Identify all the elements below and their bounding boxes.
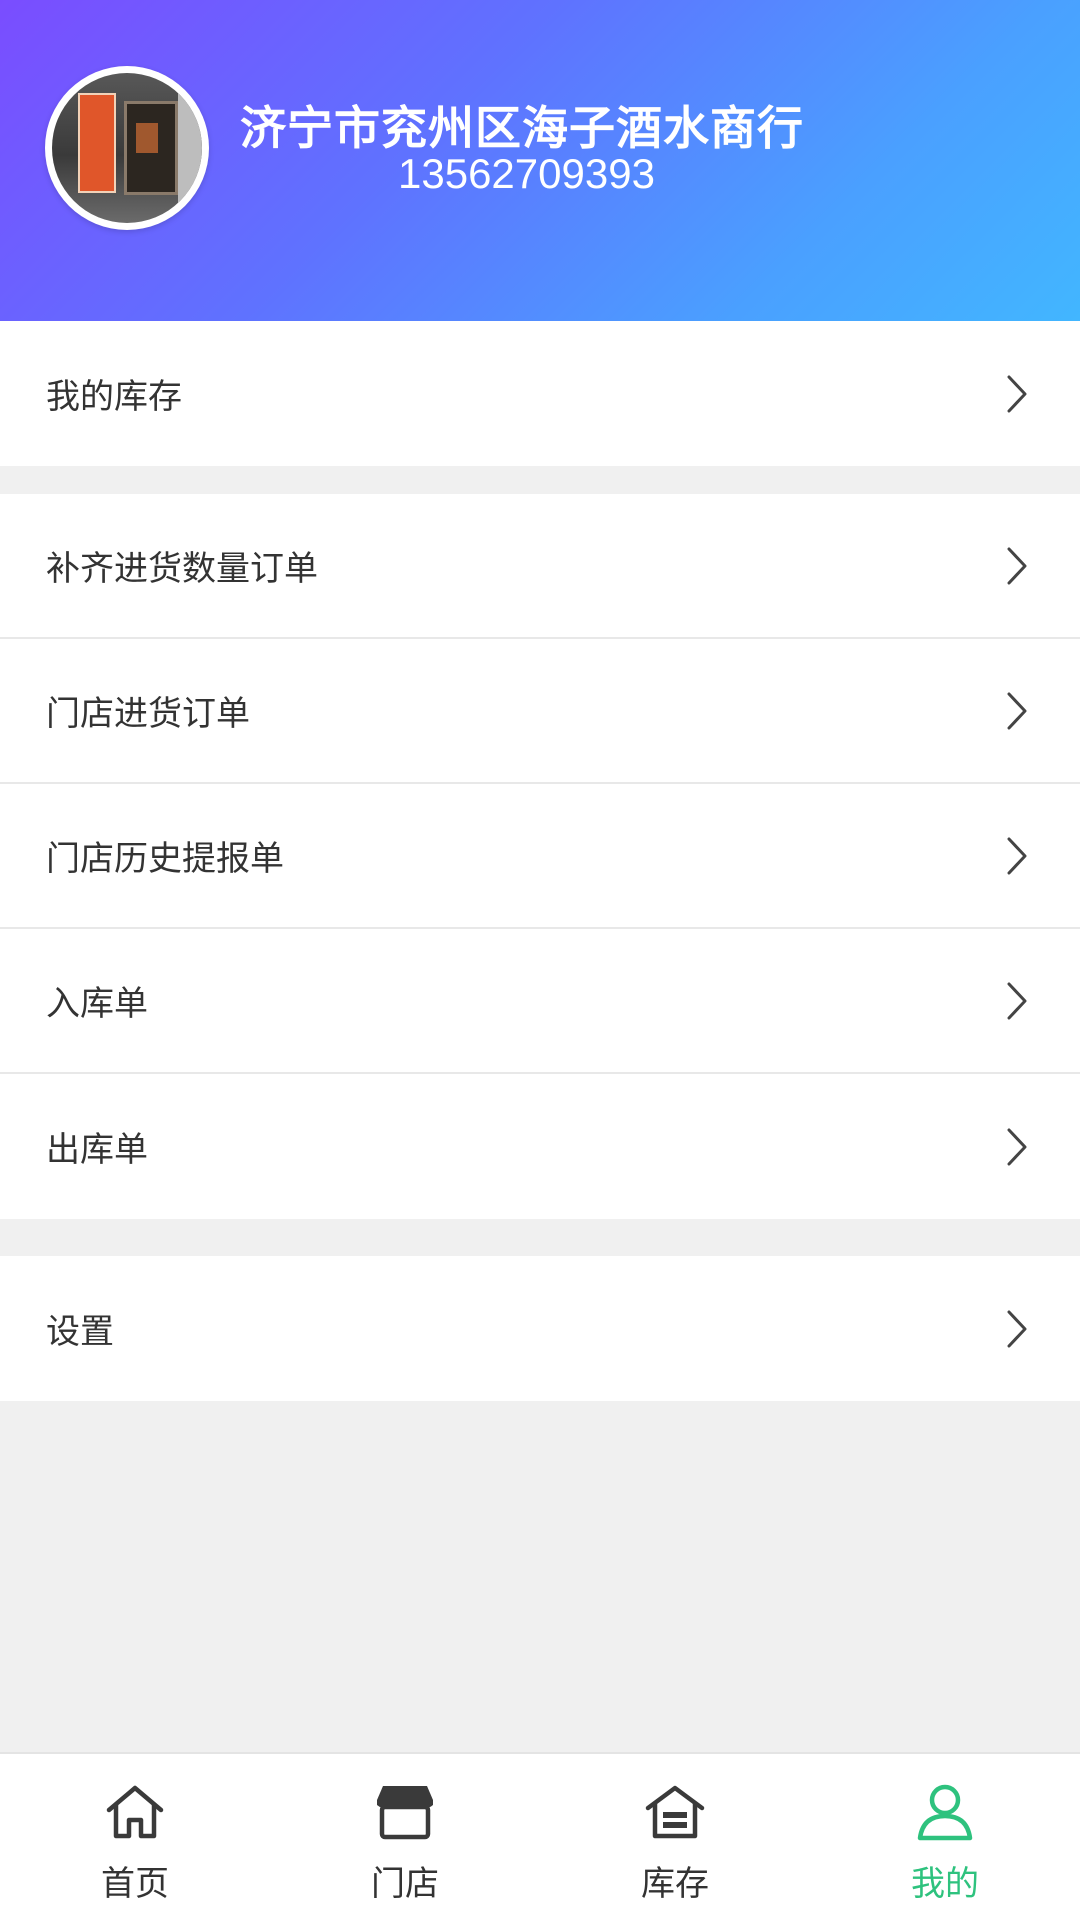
menu-item-label: 我的库存 xyxy=(46,377,182,417)
menu-item-label: 设置 xyxy=(46,1312,114,1352)
menu-item-label: 门店进货订单 xyxy=(46,694,250,734)
menu-item-replenish-orders[interactable]: 补齐进货数量订单 xyxy=(0,494,1080,639)
shop-phone: 13562709393 xyxy=(398,150,655,197)
tab-label: 首页 xyxy=(101,1864,169,1904)
menu-group-orders: 补齐进货数量订单 门店进货订单 门店历史提报单 入库单 出库单 xyxy=(0,494,1080,1219)
menu-group-inventory: 我的库存 xyxy=(0,321,1080,466)
tab-home[interactable]: 首页 xyxy=(0,1754,270,1920)
chevron-right-icon xyxy=(1007,547,1027,584)
menu-item-label: 门店历史提报单 xyxy=(46,839,284,879)
menu-item-label: 补齐进货数量订单 xyxy=(46,549,318,589)
chevron-right-icon xyxy=(1007,692,1027,729)
bottom-tab-bar: 首页 门店 库存 我的 xyxy=(0,1752,1080,1920)
tab-mine[interactable]: 我的 xyxy=(810,1754,1080,1920)
store-avatar[interactable] xyxy=(45,66,209,230)
profile-header: 济宁市兖州区海子酒水商行 13562709393 xyxy=(0,0,1080,321)
menu-item-outbound-slips[interactable]: 出库单 xyxy=(0,1074,1080,1219)
tab-store[interactable]: 门店 xyxy=(270,1754,540,1920)
tab-label: 库存 xyxy=(641,1864,709,1904)
chevron-right-icon xyxy=(1007,837,1027,874)
menu-item-store-history-reports[interactable]: 门店历史提报单 xyxy=(0,784,1080,929)
chevron-right-icon xyxy=(1007,982,1027,1019)
menu-item-label: 出库单 xyxy=(46,1130,148,1170)
chevron-right-icon xyxy=(1007,1310,1027,1347)
menu-item-store-purchase-orders[interactable]: 门店进货订单 xyxy=(0,639,1080,784)
shop-name: 济宁市兖州区海子酒水商行 xyxy=(240,101,804,155)
tab-warehouse[interactable]: 库存 xyxy=(540,1754,810,1920)
home-icon xyxy=(106,1785,164,1839)
chevron-right-icon xyxy=(1007,1128,1027,1165)
menu-item-settings[interactable]: 设置 xyxy=(0,1256,1080,1401)
tab-label: 我的 xyxy=(911,1864,979,1904)
menu-item-inbound-slips[interactable]: 入库单 xyxy=(0,929,1080,1074)
store-photo xyxy=(52,73,202,223)
chevron-right-icon xyxy=(1007,375,1027,412)
store-icon xyxy=(377,1786,433,1840)
user-icon xyxy=(917,1784,973,1841)
menu-item-label: 入库单 xyxy=(46,984,148,1024)
menu-item-my-inventory[interactable]: 我的库存 xyxy=(0,321,1080,466)
tab-label: 门店 xyxy=(371,1864,439,1904)
menu-group-settings: 设置 xyxy=(0,1256,1080,1401)
warehouse-icon xyxy=(645,1785,705,1839)
